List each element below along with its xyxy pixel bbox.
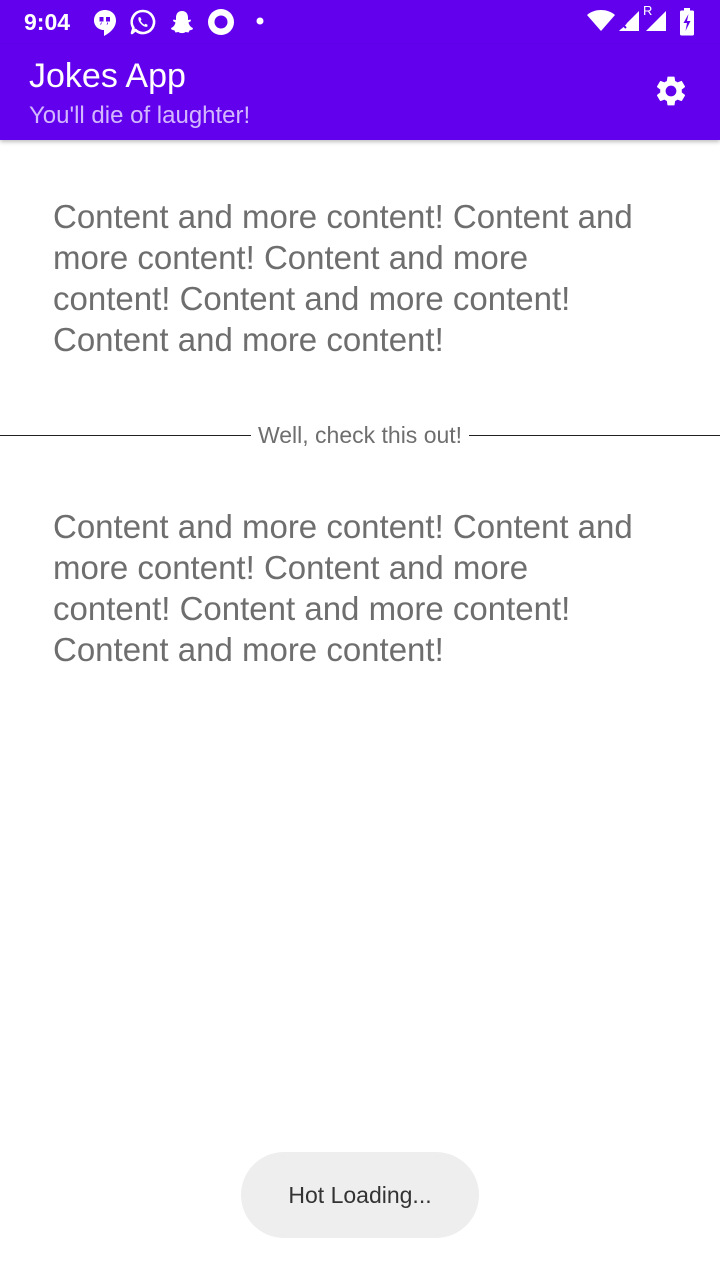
- settings-button[interactable]: [646, 66, 696, 116]
- status-time: 9:04: [24, 9, 71, 35]
- gear-icon: [656, 76, 686, 106]
- hangouts-icon: [94, 10, 116, 36]
- divider-line-left: [0, 434, 251, 436]
- cell-signal-icon: [619, 11, 639, 31]
- status-bar: 9:04 R: [0, 0, 720, 44]
- labeled-divider: Well, check this out!: [0, 420, 720, 450]
- app-subtitle: You'll die of laughter!: [29, 102, 251, 129]
- snapchat-icon: [171, 11, 193, 34]
- notification-dot-icon: [256, 17, 264, 25]
- roaming-signal-icon: [646, 11, 666, 31]
- whatsapp-icon: [130, 9, 156, 35]
- wifi-icon: [587, 10, 615, 31]
- circle-app-icon: [208, 9, 234, 35]
- divider-label: Well, check this out!: [257, 422, 463, 448]
- app-title: Jokes App: [29, 57, 186, 95]
- app-bar: Jokes App You'll die of laughter!: [0, 44, 720, 140]
- content-text-bottom: Content and more content! Content and mo…: [53, 508, 633, 668]
- content-text-top: Content and more content! Content and mo…: [53, 198, 633, 358]
- divider-line-right: [469, 434, 720, 436]
- toast-message: Hot Loading...: [241, 1152, 479, 1238]
- battery-charging-icon: [680, 8, 694, 36]
